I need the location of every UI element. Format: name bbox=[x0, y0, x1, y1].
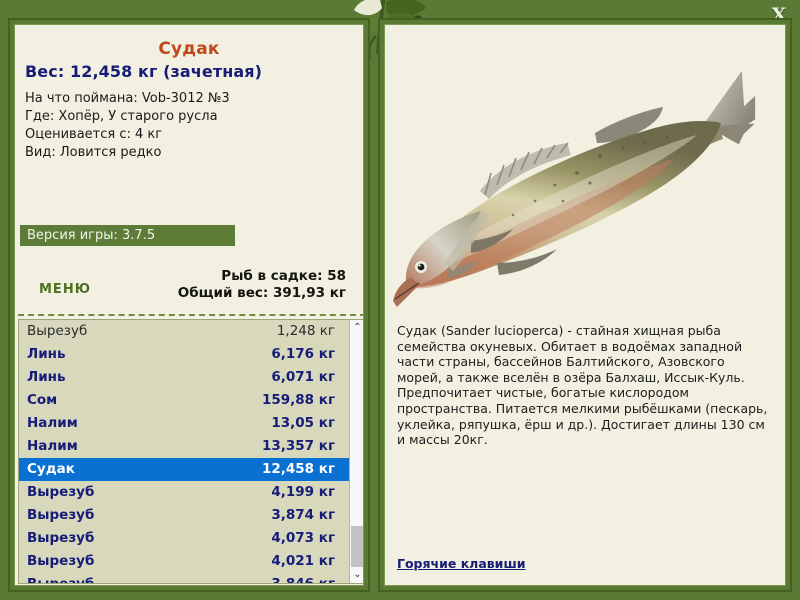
catch-row-name: Вырезуб bbox=[27, 530, 95, 546]
catch-row-weight: 1,248 кг bbox=[276, 323, 335, 339]
catch-list-row[interactable]: Вырезуб 1,248 кг bbox=[19, 320, 349, 343]
catch-row-name: Вырезуб bbox=[27, 323, 88, 339]
menu-button[interactable]: МЕНЮ bbox=[39, 282, 91, 297]
total-weight-line: Общий вес: 391,93 кг bbox=[177, 285, 346, 301]
catch-row-weight: 13,05 кг bbox=[271, 415, 335, 431]
catch-list-row[interactable]: Линь 6,176 кг bbox=[19, 343, 349, 366]
catch-row-name: Судак bbox=[27, 461, 75, 477]
catch-row-weight: 3,874 кг bbox=[271, 507, 335, 523]
catch-row-weight: 3,846 кг bbox=[271, 576, 335, 584]
zander-illustration-icon bbox=[393, 70, 756, 307]
caught-fish-title: Судак bbox=[158, 39, 220, 59]
catch-row-weight: 4,073 кг bbox=[271, 530, 335, 546]
detail-bait: На что поймана: Vob-3012 №3 bbox=[25, 91, 230, 106]
hotkeys-link[interactable]: Горячие клавиши bbox=[397, 556, 525, 571]
fish-count-line: Рыб в садке: 58 bbox=[221, 268, 346, 284]
catch-list-row[interactable]: Линь 6,071 кг bbox=[19, 366, 349, 389]
catch-list-row[interactable]: Судак 12,458 кг bbox=[19, 458, 349, 481]
catch-row-name: Линь bbox=[27, 369, 66, 385]
left-panel-inner: Судак Вес: 12,458 кг (зачетная) На что п… bbox=[14, 24, 364, 586]
catch-row-name: Налим bbox=[27, 415, 78, 431]
catch-list-row[interactable]: Вырезуб 4,073 кг bbox=[19, 527, 349, 550]
catch-row-weight: 6,176 кг bbox=[271, 346, 335, 362]
game-window: X Судак Вес: 12,458 кг (зачетная) На что… bbox=[0, 0, 800, 600]
catch-row-weight: 12,458 кг bbox=[261, 461, 335, 477]
catch-list-row[interactable]: Сом 159,88 кг bbox=[19, 389, 349, 412]
fish-photo bbox=[385, 25, 785, 317]
catch-list-row[interactable]: Вырезуб 3,874 кг bbox=[19, 504, 349, 527]
catch-list-scrollbar[interactable]: ⌃ ⌄ bbox=[349, 320, 363, 583]
left-panel: Судак Вес: 12,458 кг (зачетная) На что п… bbox=[8, 18, 370, 592]
catch-row-name: Сом bbox=[27, 392, 58, 408]
right-panel-inner: Судак (Sander lucioperca) - стайная хищн… bbox=[384, 24, 786, 586]
catch-list-row[interactable]: Вырезуб 4,199 кг bbox=[19, 481, 349, 504]
dashed-separator bbox=[18, 314, 363, 316]
detail-rarity: Вид: Ловится редко bbox=[25, 145, 162, 160]
catch-row-weight: 13,357 кг bbox=[261, 438, 335, 454]
menu-and-totals-row: МЕНЮ Рыб в садке: 58 Общий вес: 391,93 к… bbox=[15, 265, 363, 313]
catch-row-name: Налим bbox=[27, 438, 78, 454]
scroll-up-icon[interactable]: ⌃ bbox=[350, 320, 363, 336]
species-description: Судак (Sander lucioperca) - стайная хищн… bbox=[397, 323, 768, 448]
catch-row-name: Вырезуб bbox=[27, 484, 95, 500]
scroll-down-icon[interactable]: ⌄ bbox=[350, 567, 363, 583]
catch-list-row[interactable]: Налим 13,357 кг bbox=[19, 435, 349, 458]
detail-min-weight: Оценивается с: 4 кг bbox=[25, 127, 163, 142]
catch-row-weight: 4,021 кг bbox=[271, 553, 335, 569]
right-panel: Судак (Sander lucioperca) - стайная хищн… bbox=[378, 18, 792, 592]
catch-row-weight: 6,071 кг bbox=[271, 369, 335, 385]
catch-row-weight: 4,199 кг bbox=[271, 484, 335, 500]
catch-row-name: Вырезуб bbox=[27, 507, 95, 523]
game-version-bar: Версия игры: 3.7.5 bbox=[20, 225, 235, 246]
catch-row-name: Вырезуб bbox=[27, 576, 95, 584]
detail-location: Где: Хопёр, У старого русла bbox=[25, 109, 218, 124]
caught-fish-weight: Вес: 12,458 кг (зачетная) bbox=[25, 62, 263, 81]
catch-row-weight: 159,88 кг bbox=[261, 392, 335, 408]
catch-list-row[interactable]: Вырезуб 4,021 кг bbox=[19, 550, 349, 573]
catch-info-block: Судак Вес: 12,458 кг (зачетная) На что п… bbox=[15, 25, 363, 162]
catch-row-name: Вырезуб bbox=[27, 553, 95, 569]
catch-list[interactable]: Вырезуб 1,248 кг Линь 6,176 кг Линь 6,071 кг С… bbox=[18, 319, 363, 584]
catch-list-rows: Вырезуб 1,248 кг Линь 6,176 кг Линь 6,071 кг С… bbox=[19, 320, 349, 584]
catch-list-row[interactable]: Вырезуб 3,846 кг bbox=[19, 573, 349, 584]
totals-block: Рыб в садке: 58 Общий вес: 391,93 кг bbox=[178, 268, 346, 302]
catch-row-name: Линь bbox=[27, 346, 66, 362]
catch-list-row[interactable]: Налим 13,05 кг bbox=[19, 412, 349, 435]
